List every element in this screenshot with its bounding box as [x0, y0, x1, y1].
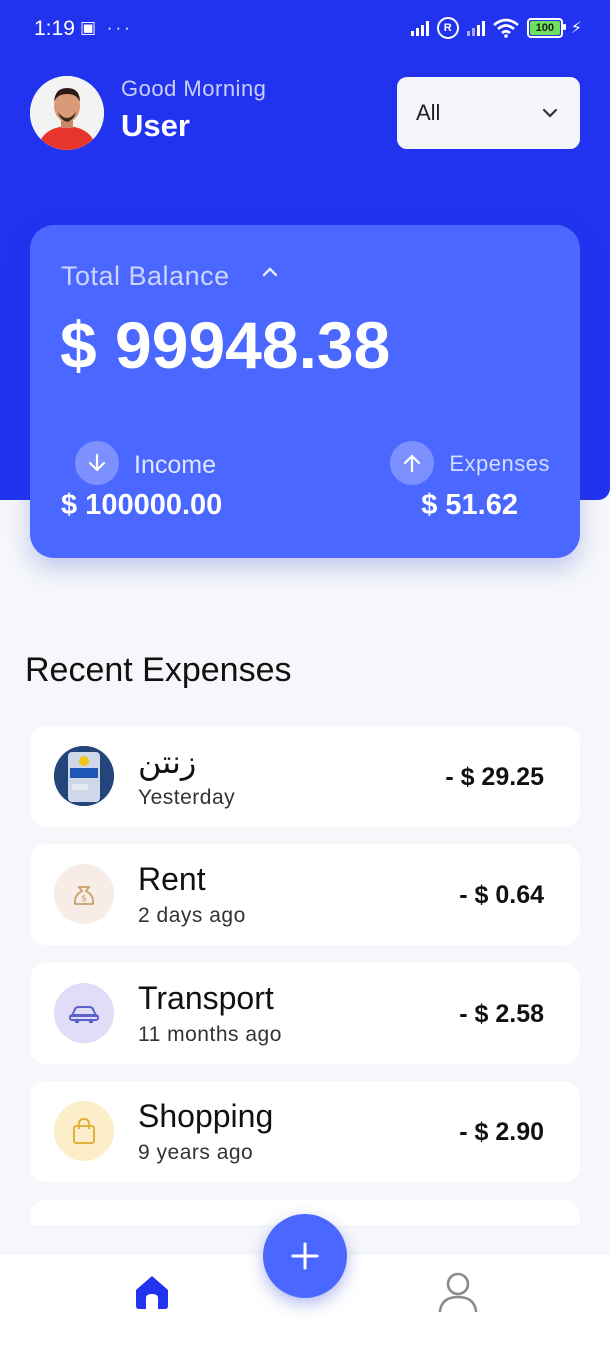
svg-text:$: $ — [81, 894, 87, 904]
status-right-icons: R 100 ⚡ — [410, 17, 582, 39]
user-icon[interactable] — [436, 1270, 480, 1314]
shopping-bag-icon — [54, 1101, 114, 1161]
balance-card: Total Balance $ 99948.38 Income $ 100000… — [30, 225, 580, 558]
avatar[interactable] — [30, 76, 104, 150]
registered-icon: R — [436, 17, 459, 39]
expense-item[interactable]: Shopping 9 years ago - $ 2.90 — [30, 1081, 580, 1182]
car-icon — [54, 983, 114, 1043]
expense-time: 9 years ago — [138, 1141, 254, 1164]
battery-icon: 100 — [526, 18, 566, 38]
avatar-photo — [30, 76, 104, 150]
expenses-arrow-up-icon — [390, 441, 434, 485]
product-photo — [54, 746, 114, 806]
expense-amount: - $ 0.64 — [459, 881, 544, 909]
expense-time: 11 months ago — [138, 1023, 282, 1046]
plus-icon — [291, 1242, 319, 1270]
filter-dropdown[interactable]: All — [397, 77, 580, 149]
income-label: Income — [134, 451, 216, 479]
add-expense-button[interactable] — [263, 1214, 347, 1298]
expenses-label: Expenses — [449, 451, 550, 476]
expenses-value: $ 51.62 — [421, 489, 518, 521]
wifi-icon — [492, 18, 519, 38]
chevron-down-icon — [542, 108, 558, 118]
home-icon[interactable] — [132, 1272, 172, 1312]
expense-item[interactable]: زنتن Yesterday - $ 29.25 — [30, 726, 580, 827]
recent-expenses-title: Recent Expenses — [25, 651, 292, 689]
signal-icon-2 — [466, 20, 485, 36]
expense-title: Transport — [138, 980, 274, 1016]
expense-item[interactable]: Transport 11 months ago - $ 2.58 — [30, 963, 580, 1064]
money-bag-icon: $ — [54, 864, 114, 924]
expense-amount: - $ 29.25 — [445, 763, 544, 791]
expense-title: Rent — [138, 861, 206, 897]
income-arrow-down-icon — [75, 441, 119, 485]
total-balance-value: $ 99948.38 — [60, 308, 391, 382]
expense-item[interactable]: $ Rent 2 days ago - $ 0.64 — [30, 844, 580, 945]
charging-icon: ⚡ — [570, 20, 582, 37]
greeting-text: Good Morning — [121, 76, 267, 101]
expense-title: زنتن — [138, 744, 197, 780]
notification-icons: ▣ ··· — [80, 18, 133, 37]
status-bar: 1:19 ▣ ··· R 100 ⚡ — [0, 0, 610, 60]
expense-title: Shopping — [138, 1098, 274, 1134]
expense-time: 2 days ago — [138, 904, 246, 927]
expense-list: زنتن Yesterday - $ 29.25 $ Rent 2 days a… — [0, 720, 610, 1225]
signal-icon — [410, 20, 429, 36]
status-time: 1:19 — [34, 17, 75, 40]
filter-selected-value: All — [416, 100, 441, 125]
income-value: $ 100000.00 — [61, 489, 223, 521]
username: User — [121, 108, 190, 143]
total-balance-label: Total Balance — [61, 261, 230, 291]
chevron-up-icon[interactable] — [260, 265, 280, 279]
expense-amount: - $ 2.58 — [459, 1000, 544, 1028]
expense-amount: - $ 2.90 — [459, 1118, 544, 1146]
expense-time: Yesterday — [138, 786, 236, 809]
